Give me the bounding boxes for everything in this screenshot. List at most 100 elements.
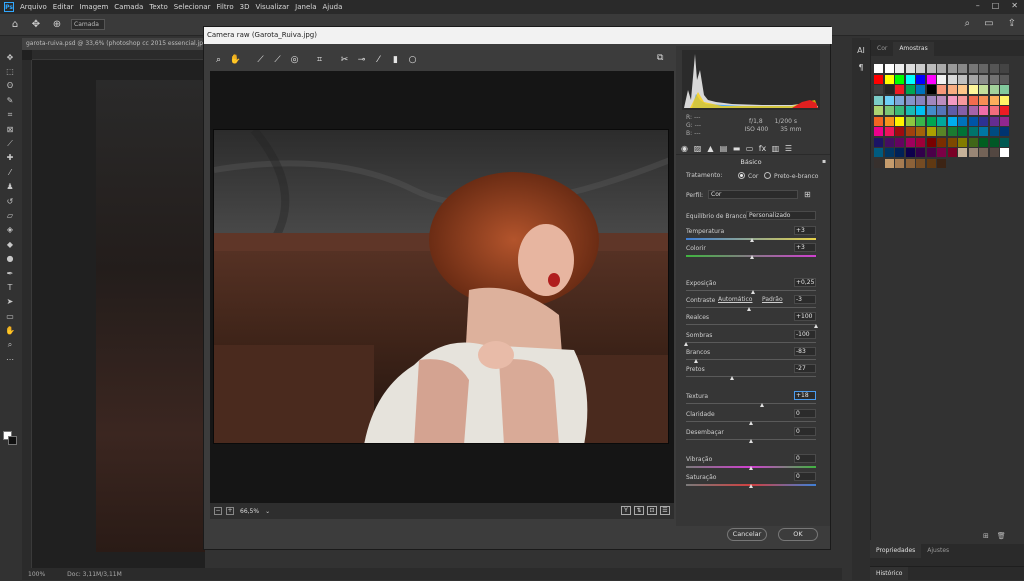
swatch-3-0[interactable] [874,95,883,105]
eyedropper-icon[interactable]: ⟋ [0,136,20,150]
ok-button[interactable]: OK [778,528,818,541]
paint-bucket-icon[interactable]: ◈ [0,223,20,237]
swatch-0-0[interactable] [874,64,883,73]
shape-icon[interactable]: ▭ [0,309,20,323]
swatch-6-6[interactable] [937,127,946,136]
swatch-4-3[interactable] [905,106,915,115]
swatch-0-12[interactable] [1000,64,1009,73]
menu-arquivo[interactable]: Arquivo [20,3,53,11]
presets-icon[interactable]: ☰ [784,144,793,153]
blur-icon[interactable]: ◆ [0,237,20,251]
menu-filtro[interactable]: Filtro [216,3,239,11]
path-select-icon[interactable]: ➤ [0,295,20,309]
swatch-5-11[interactable] [989,116,999,126]
healing-icon[interactable]: ✚ [0,151,20,165]
swatch-1-4[interactable] [916,74,925,84]
swatch-5-7[interactable] [947,116,957,126]
default-link[interactable]: Padrão [762,296,783,303]
swatch-1-8[interactable] [958,74,967,84]
menu-editar[interactable]: Editar [53,3,80,11]
pretos-slider-track[interactable] [686,376,816,377]
brush-icon[interactable]: ⁄ [0,165,20,179]
auto-link[interactable]: Automático [718,296,752,303]
swatch-0-6[interactable] [937,64,946,73]
swatch-8-6[interactable] [937,148,946,157]
spot-removal-icon[interactable]: ✂ [336,55,353,65]
paragraph-panel-icon[interactable]: ¶ [852,63,870,72]
swatch-8-1[interactable] [884,148,894,157]
swatch-4-4[interactable] [916,106,925,115]
swatch-7-2[interactable] [895,137,904,147]
swatch-0-5[interactable] [926,64,936,73]
targeted-adjust-icon[interactable]: ◎ [286,55,303,65]
swatch-2-8[interactable] [958,85,967,94]
swatch-2-11[interactable] [989,85,999,94]
stamp-icon[interactable]: ♟ [0,180,20,194]
auto-select-dropdown[interactable]: Camada [71,19,105,30]
swatch-9-3[interactable] [905,158,915,168]
exposicao-value-input[interactable]: +0,25 [794,278,816,287]
share-icon[interactable]: ⇪ [1008,18,1016,29]
wb-dropdown[interactable]: Personalizado [746,211,816,220]
desembacar-value-input[interactable]: 0 [794,427,816,436]
swatch-6-11[interactable] [989,127,999,136]
brancos-slider-track[interactable] [686,359,816,360]
realces-value-input[interactable]: +100 [794,312,816,321]
graduated-filter-icon[interactable]: ▮ [387,55,404,65]
swatch-3-3[interactable] [905,95,915,105]
crop-icon[interactable]: ⌗ [0,108,20,122]
swatch-4-2[interactable] [895,106,904,115]
tab-amostras[interactable]: Amostras [893,42,934,56]
swatch-4-6[interactable] [937,106,946,115]
swatch-4-9[interactable] [968,106,978,115]
calibration-icon[interactable]: ▥ [771,144,780,153]
swatch-6-7[interactable] [947,127,957,136]
before-after-y-icon[interactable]: Y [621,506,631,515]
radial-filter-icon[interactable]: ○ [404,55,421,65]
swatch-7-5[interactable] [926,137,936,147]
swatch-1-12[interactable] [1000,74,1009,84]
menu-selecionar[interactable]: Selecionar [174,3,217,11]
textura-slider-thumb[interactable] [760,403,765,407]
swatch-3-7[interactable] [947,95,957,105]
temperatura-value-input[interactable]: +3 [794,226,816,235]
swatch-3-10[interactable] [979,95,988,105]
pretos-slider-thumb[interactable] [730,376,735,380]
swatch-1-0[interactable] [874,74,883,84]
swatch-8-10[interactable] [979,148,988,157]
swatch-6-8[interactable] [958,127,967,136]
swatch-0-9[interactable] [968,64,978,73]
tab-historico[interactable]: Histórico [870,567,909,581]
tab-ajustes[interactable]: Ajustes [921,544,955,558]
pretos-value-input[interactable]: -27 [794,364,816,373]
swatch-3-1[interactable] [884,95,894,105]
copy-settings-icon[interactable]: ⊡ [647,506,657,515]
swatch-5-0[interactable] [874,116,883,126]
swatch-3-12[interactable] [1000,95,1009,105]
swatch-5-8[interactable] [958,116,967,126]
swatch-4-7[interactable] [947,106,957,115]
swatch-8-0[interactable] [874,148,883,157]
hand-tool-icon[interactable]: ✋ [227,55,244,65]
swatch-8-3[interactable] [905,148,915,157]
new-swatch-icon[interactable]: ⊞ [983,532,989,540]
swatch-3-9[interactable] [968,95,978,105]
swatch-3-2[interactable] [895,95,904,105]
textura-slider-track[interactable] [686,403,816,404]
colorir-value-input[interactable]: +3 [794,243,816,252]
type-icon[interactable]: T [0,280,20,294]
quick-select-icon[interactable]: ✎ [0,93,20,107]
home-icon[interactable]: ⌂ [9,19,21,30]
swatch-1-11[interactable] [989,74,999,84]
swatch-5-5[interactable] [926,116,936,126]
desembacar-slider-thumb[interactable] [748,439,753,443]
search-icon[interactable]: ⌕ [965,18,971,29]
swatch-1-5[interactable] [926,74,936,84]
swatch-4-8[interactable] [958,106,967,115]
swatch-6-0[interactable] [874,127,883,136]
tab-propriedades[interactable]: Propriedades [870,544,922,558]
swatch-7-0[interactable] [874,137,883,147]
menu-visualizar[interactable]: Visualizar [255,3,295,11]
lens-icon[interactable]: ▭ [745,144,754,153]
temperatura-slider-thumb[interactable] [749,238,754,242]
